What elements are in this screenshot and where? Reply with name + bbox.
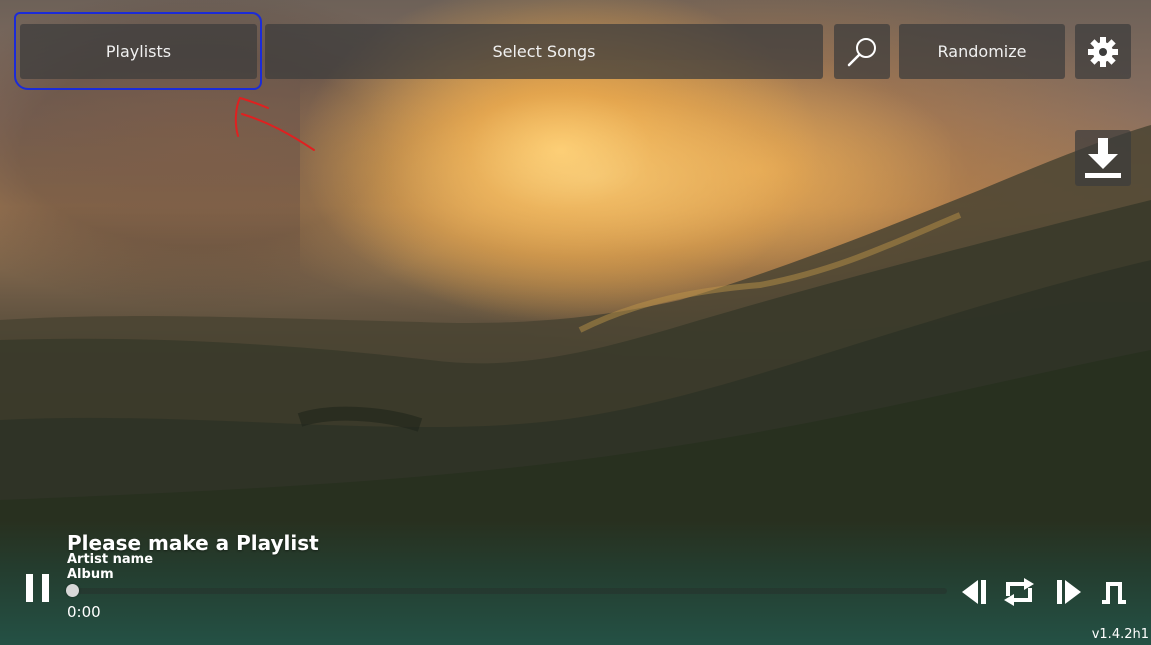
app-background: Playlists Select Songs Randomize Please … [0,0,1151,645]
search-icon [847,37,876,66]
gear-icon [1088,36,1118,67]
playlists-label: Playlists [105,42,172,61]
playlists-button[interactable]: Playlists [20,24,257,79]
randomize-label: Randomize [937,42,1027,61]
sky-glow [300,60,950,320]
skip-next-icon [1057,580,1081,604]
annotation-arrow [234,96,315,151]
search-button[interactable] [834,24,890,79]
track-album: Album [67,567,114,582]
previous-button[interactable] [958,576,990,608]
select-songs-label: Select Songs [492,42,596,61]
next-button[interactable] [1053,576,1085,608]
repeat-icon [1004,578,1034,606]
randomize-button[interactable]: Randomize [899,24,1065,79]
download-button[interactable] [1075,130,1131,186]
settings-button[interactable] [1075,24,1131,79]
select-songs-button[interactable]: Select Songs [265,24,823,79]
skip-previous-icon [962,580,986,604]
pause-icon [26,574,49,602]
version-label: v1.4.2h1 [1091,627,1149,642]
playback-mode-button[interactable] [1098,576,1130,608]
seek-knob[interactable] [66,584,79,597]
repeat-button[interactable] [1002,576,1034,608]
seek-bar[interactable] [66,584,947,597]
playback-mode-icon [1102,582,1126,604]
current-time: 0:00 [67,603,101,621]
download-icon [1085,138,1121,178]
track-artist: Artist name [67,552,154,567]
pause-button[interactable] [24,573,52,603]
